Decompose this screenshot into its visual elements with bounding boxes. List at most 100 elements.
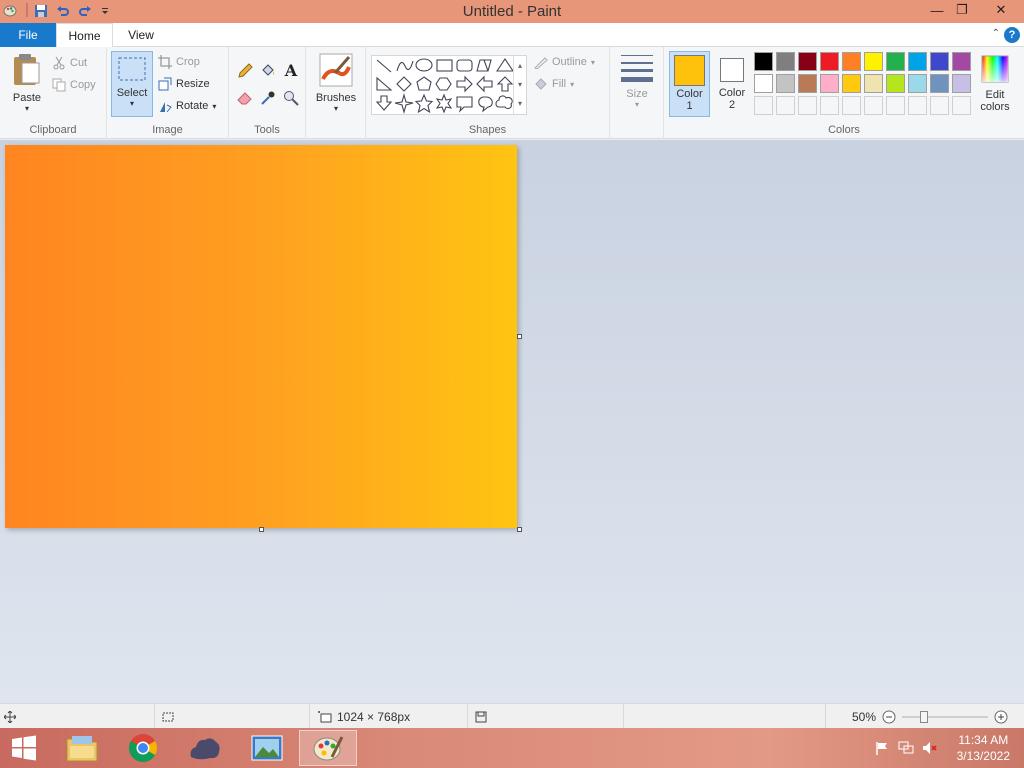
cloud-callout-shape-icon[interactable] — [495, 95, 513, 109]
palette-swatch[interactable] — [754, 74, 773, 93]
shapes-scroll[interactable]: ▴ ▾ ▾ — [513, 56, 526, 114]
zoom-in-icon[interactable] — [994, 710, 1008, 724]
palette-swatch[interactable] — [842, 74, 861, 93]
pentagon-shape-icon[interactable] — [416, 76, 432, 91]
six-point-star-shape-icon[interactable] — [435, 93, 453, 114]
palette-swatch[interactable] — [798, 74, 817, 93]
custom-color-slot[interactable] — [908, 96, 927, 115]
oval-shape-icon[interactable] — [415, 58, 433, 72]
palette-swatch[interactable] — [820, 52, 839, 71]
pencil-icon[interactable] — [236, 62, 254, 80]
up-arrow-shape-icon[interactable] — [496, 76, 514, 92]
size-button[interactable]: Size ▾ — [618, 53, 656, 109]
restore-button[interactable]: ❐ — [947, 0, 977, 20]
paste-dropdown-icon[interactable]: ▾ — [6, 104, 48, 113]
taskbar-file-explorer[interactable] — [53, 730, 111, 766]
left-arrow-shape-icon[interactable] — [476, 75, 493, 93]
select-button[interactable]: Select ▾ — [111, 51, 153, 117]
four-point-star-shape-icon[interactable] — [394, 92, 414, 115]
five-point-star-shape-icon[interactable] — [414, 93, 434, 114]
palette-swatch[interactable] — [952, 74, 971, 93]
close-button[interactable]: ✕ — [986, 0, 1016, 20]
palette-swatch[interactable] — [886, 52, 905, 71]
palette-swatch[interactable] — [930, 52, 949, 71]
rectangle-shape-icon[interactable] — [436, 59, 453, 72]
custom-color-slot[interactable] — [886, 96, 905, 115]
taskbar-chrome[interactable] — [114, 730, 172, 766]
color1-button[interactable]: Color 1 — [669, 51, 710, 117]
start-button[interactable] — [0, 730, 48, 766]
edit-colors-button[interactable]: Edit colors — [976, 55, 1014, 113]
palette-swatch[interactable] — [820, 74, 839, 93]
cut-button[interactable]: Cut — [52, 54, 87, 72]
eraser-icon[interactable] — [236, 89, 254, 107]
right-triangle-shape-icon[interactable] — [376, 76, 393, 91]
select-dropdown-icon[interactable]: ▾ — [112, 99, 152, 108]
palette-swatch[interactable] — [842, 52, 861, 71]
system-clock[interactable]: 11:34 AM 3/13/2022 — [957, 732, 1010, 764]
size-dropdown-icon[interactable]: ▾ — [618, 100, 656, 109]
custom-color-slot[interactable] — [820, 96, 839, 115]
hexagon-shape-icon[interactable] — [435, 77, 452, 91]
custom-color-slot[interactable] — [842, 96, 861, 115]
canvas-resize-handle-right[interactable] — [517, 334, 522, 339]
diamond-shape-icon[interactable] — [396, 76, 412, 92]
palette-swatch[interactable] — [776, 74, 795, 93]
polygon-shape-icon[interactable] — [476, 59, 492, 72]
tab-home[interactable]: Home — [56, 23, 113, 48]
canvas-workspace[interactable] — [0, 140, 1024, 703]
custom-color-slot[interactable] — [776, 96, 795, 115]
rounded-rectangle-shape-icon[interactable] — [456, 59, 473, 72]
zoom-slider[interactable] — [902, 710, 989, 724]
fill-bucket-icon[interactable] — [259, 62, 277, 80]
drawing-canvas[interactable] — [5, 145, 517, 528]
custom-color-slot[interactable] — [798, 96, 817, 115]
custom-color-slot[interactable] — [952, 96, 971, 115]
copy-button[interactable]: Copy — [52, 76, 96, 94]
action-center-flag-icon[interactable] — [874, 740, 890, 756]
palette-swatch[interactable] — [886, 74, 905, 93]
outline-button[interactable]: Outline ▾ — [534, 53, 595, 71]
brushes-dropdown-icon[interactable]: ▾ — [314, 104, 358, 113]
outline-dropdown-icon[interactable]: ▾ — [591, 58, 595, 67]
palette-swatch[interactable] — [798, 52, 817, 71]
line-shape-icon[interactable] — [376, 59, 392, 73]
canvas-resize-handle-corner[interactable] — [517, 527, 522, 532]
palette-swatch[interactable] — [930, 74, 949, 93]
right-arrow-shape-icon[interactable] — [456, 75, 473, 93]
custom-color-slot[interactable] — [754, 96, 773, 115]
palette-swatch[interactable] — [908, 52, 927, 71]
zoom-out-icon[interactable] — [882, 710, 896, 724]
canvas-resize-handle-bottom[interactable] — [259, 527, 264, 532]
curve-shape-icon[interactable] — [396, 60, 414, 72]
oval-callout-shape-icon[interactable] — [478, 96, 493, 113]
taskbar-paint[interactable] — [299, 730, 357, 766]
magnifier-icon[interactable] — [282, 89, 300, 107]
brushes-button[interactable]: Brushes ▾ — [314, 53, 358, 113]
down-arrow-shape-icon[interactable] — [375, 95, 393, 111]
tab-file[interactable]: File — [0, 23, 56, 47]
fill-button[interactable]: Fill ▾ — [534, 75, 574, 93]
taskbar-app[interactable] — [176, 730, 234, 766]
text-tool-icon[interactable]: A — [282, 60, 300, 80]
crop-button[interactable]: Crop — [158, 53, 200, 71]
palette-swatch[interactable] — [864, 52, 883, 71]
palette-swatch[interactable] — [754, 52, 773, 71]
help-icon[interactable]: ? — [1004, 27, 1020, 43]
rotate-button[interactable]: Rotate ▾ — [158, 97, 216, 115]
triangle-shape-icon[interactable] — [495, 58, 515, 72]
rounded-callout-shape-icon[interactable] — [456, 96, 473, 113]
rotate-dropdown-icon[interactable]: ▾ — [212, 102, 216, 111]
zoom-slider-thumb[interactable] — [920, 710, 929, 723]
volume-muted-icon[interactable] — [922, 740, 938, 756]
minimize-ribbon-icon[interactable]: ⌃ — [992, 28, 1000, 39]
color-picker-icon[interactable] — [259, 89, 277, 107]
fill-dropdown-icon[interactable]: ▾ — [570, 80, 574, 89]
network-icon[interactable] — [898, 740, 914, 756]
palette-swatch[interactable] — [908, 74, 927, 93]
paste-button[interactable]: Paste ▾ — [6, 53, 48, 113]
palette-swatch[interactable] — [952, 52, 971, 71]
custom-color-slot[interactable] — [930, 96, 949, 115]
custom-color-slot[interactable] — [864, 96, 883, 115]
palette-swatch[interactable] — [864, 74, 883, 93]
